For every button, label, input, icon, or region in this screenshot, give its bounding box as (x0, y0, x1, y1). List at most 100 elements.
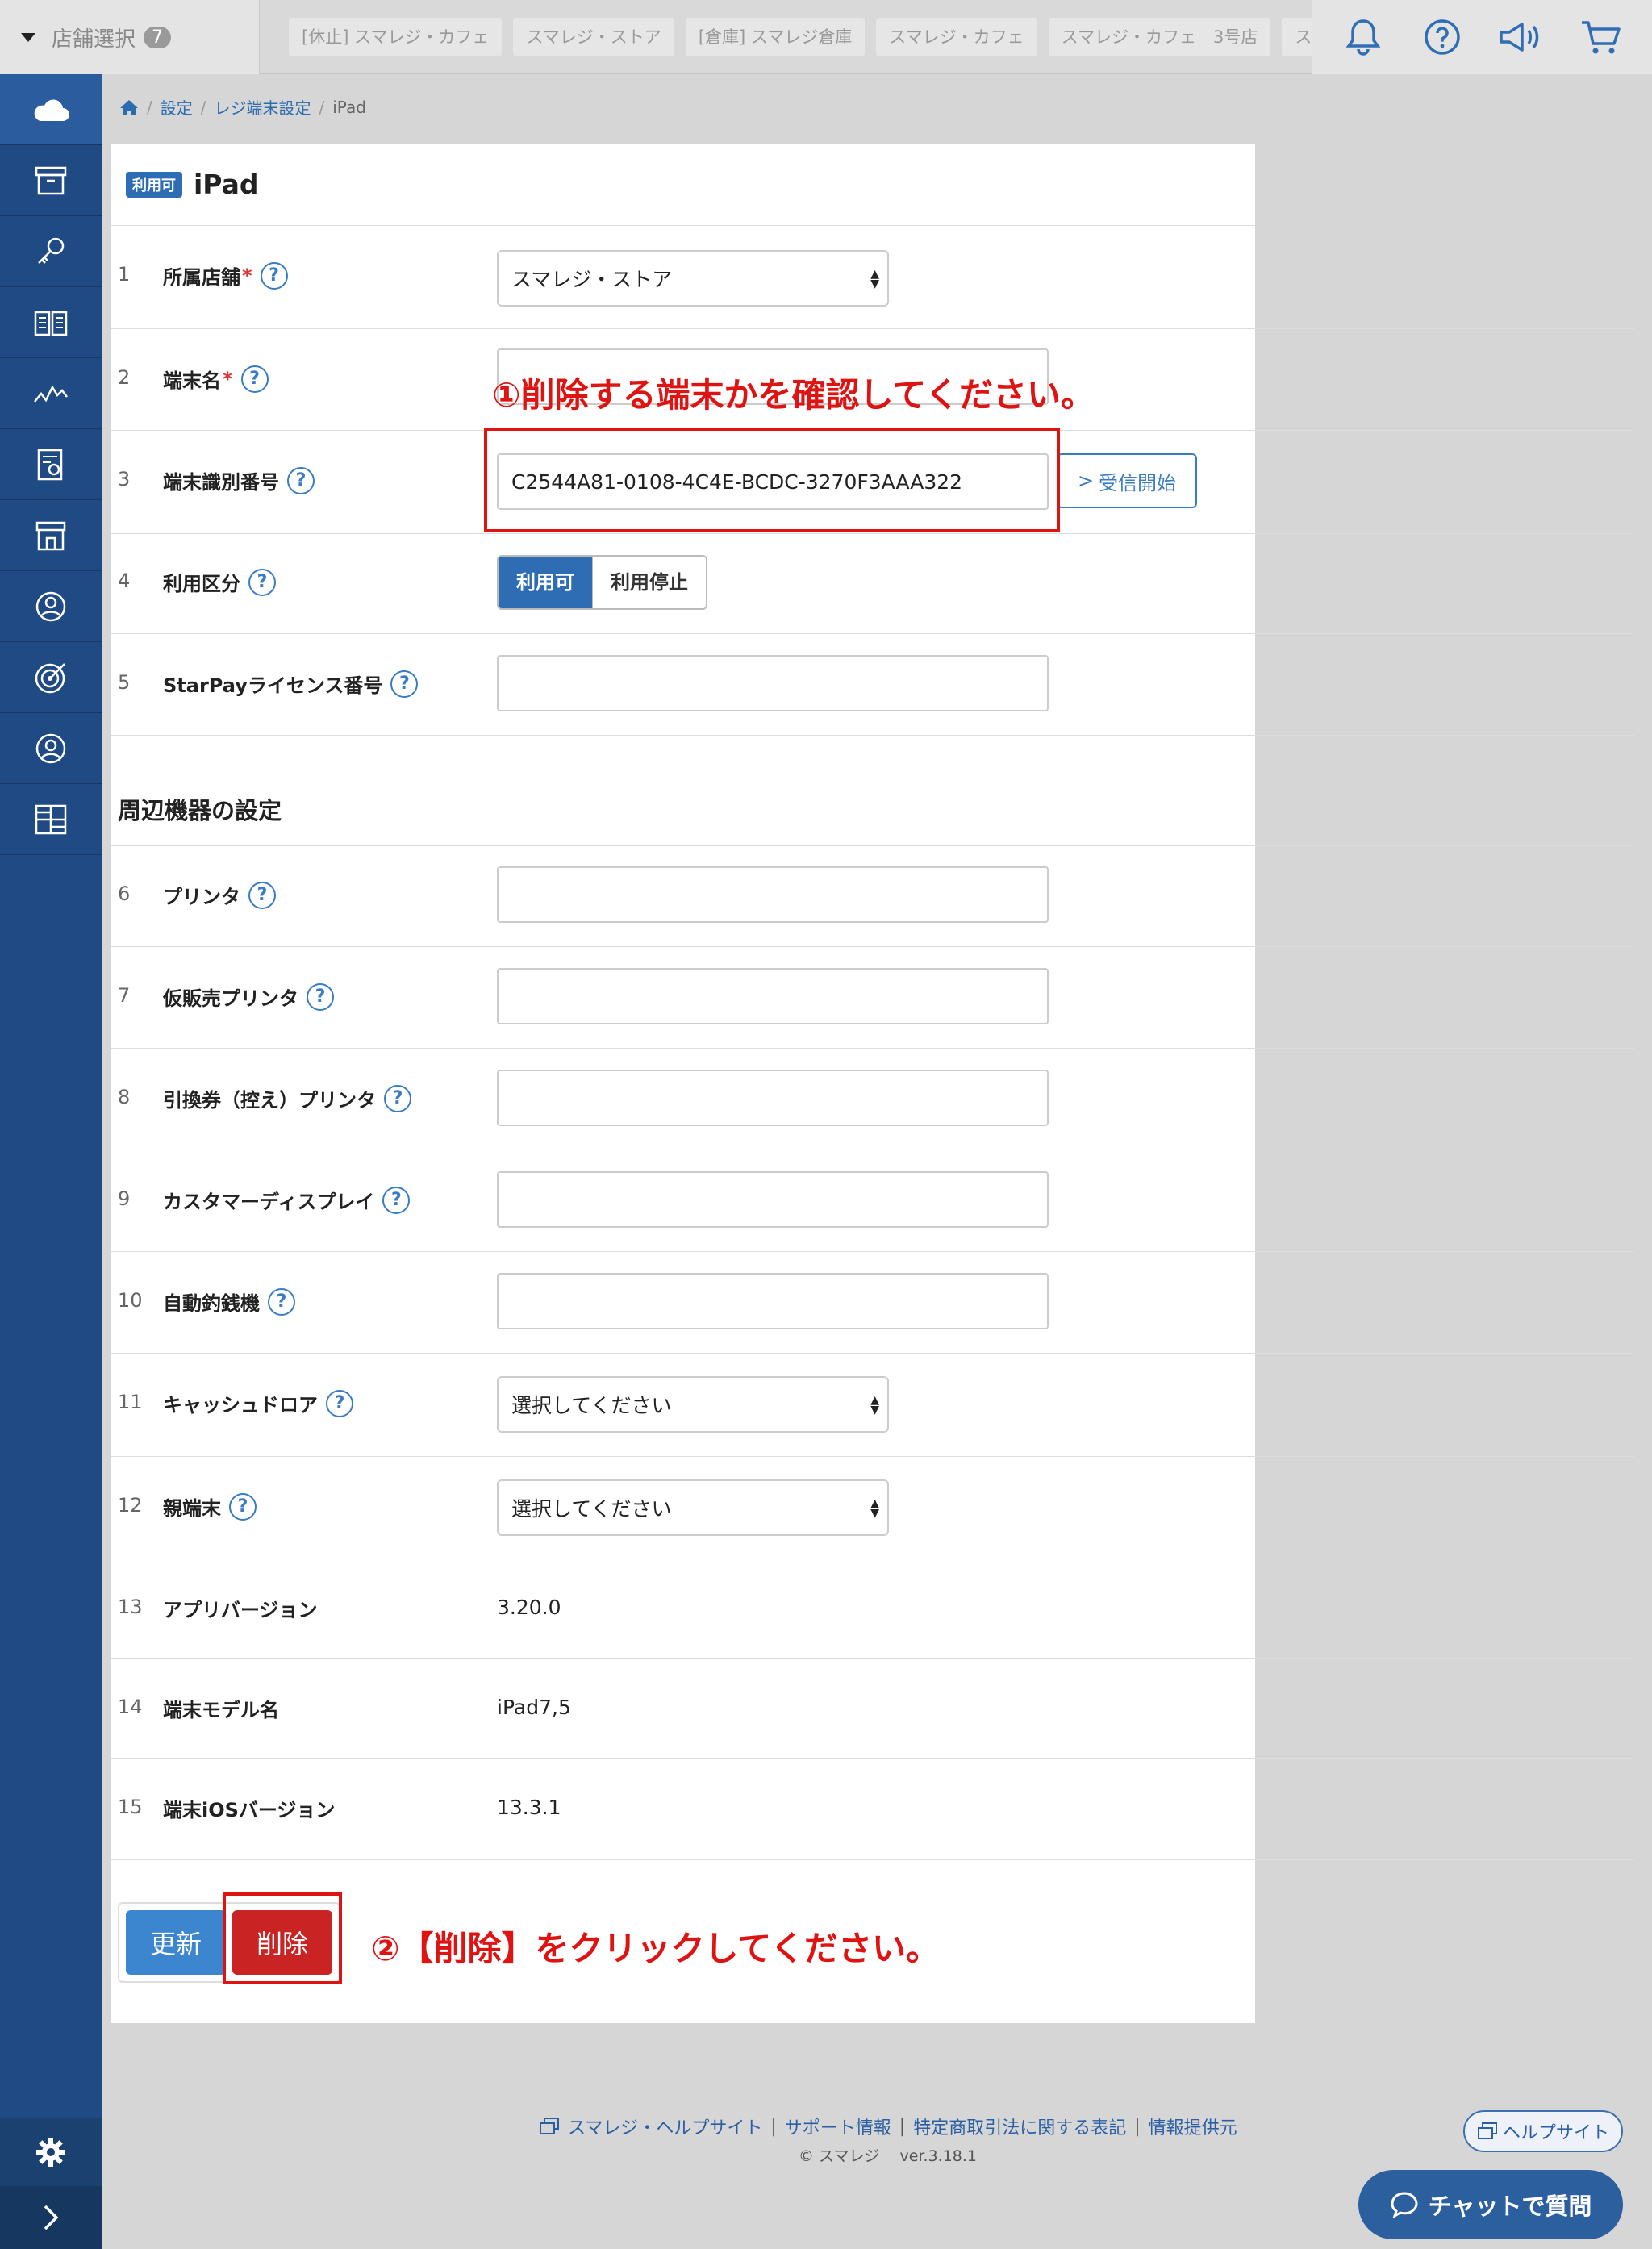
annotation-step1: ①削除する端末かを確認してください。 (492, 375, 1095, 415)
help-site-button[interactable]: ヘルプサイト (1463, 2110, 1623, 2152)
sidebar-item-stores[interactable] (0, 500, 102, 571)
store-icon (35, 521, 66, 550)
label-text: 端末名 (163, 369, 221, 392)
field-label: プリンタ? (163, 881, 276, 909)
sort-arrows-icon: ▲ ▼ (870, 1497, 879, 1520)
store-tab[interactable]: [倉庫] スマレジ倉庫 (685, 18, 866, 56)
store-tab[interactable]: スマレジ・カフェ (876, 18, 1037, 56)
form-row: 13 アプリバージョン 3.20.0 (111, 1558, 1634, 1659)
help-icon[interactable]: ? (287, 466, 315, 494)
store-tabs: [休止] スマレジ・カフェ スマレジ・ストア [倉庫] スマレジ倉庫 スマレジ・… (289, 18, 1315, 56)
sidebar-item-analytics[interactable] (0, 358, 102, 429)
help-icon[interactable]: ? (307, 983, 334, 1011)
store-count-badge: 7 (144, 26, 172, 48)
breadcrumb-current: iPad (332, 97, 366, 117)
usage-enabled-button[interactable]: 利用可 (499, 557, 592, 608)
device-form-panel: 利用可 iPad 1 所属店舗 *? スマレジ・ストア ▲ ▼ 2 端末名 *? 3 端… (111, 144, 1634, 2023)
field-label: 所属店舗 *? (163, 261, 288, 290)
sidebar-item-home[interactable] (0, 74, 102, 145)
bell-icon[interactable] (1339, 13, 1387, 61)
help-icon[interactable]: ? (240, 365, 269, 393)
sidebar-item-archive[interactable] (0, 145, 102, 216)
device-model-value: iPad7,5 (497, 1696, 571, 1719)
sort-arrows-icon: ▲ ▼ (870, 268, 879, 290)
copyright: © スマレジ ver.3.18.1 (799, 2147, 977, 2165)
help-icon[interactable]: ? (229, 1492, 257, 1521)
store-tab[interactable]: スマレジ・カフェ 3号店 (1048, 18, 1271, 56)
sidebar-item-reports[interactable] (0, 429, 102, 500)
chat-button[interactable]: チャットで質問 (1358, 2170, 1623, 2239)
app-version-value: 3.20.0 (497, 1596, 561, 1619)
help-icon[interactable]: ? (260, 261, 288, 290)
required-mark: * (242, 264, 252, 287)
help-icon[interactable]: ? (384, 1084, 411, 1112)
form-row: 9 カスタマーディスプレイ? (111, 1150, 1634, 1252)
grid-icon (35, 804, 67, 834)
help-icon[interactable]: ? (382, 1186, 411, 1214)
store-select-dropdown[interactable]: 店舗選択 7 (0, 0, 260, 74)
key-icon (38, 237, 65, 264)
label-text: アプリバージョン (163, 1599, 318, 1621)
line-chart-icon (34, 384, 68, 403)
label-text: キャッシュドロア (163, 1394, 318, 1417)
chat-bubble-icon (1391, 2192, 1418, 2218)
starpay-license-input[interactable] (497, 655, 1049, 711)
printer-input[interactable] (497, 866, 1049, 923)
ios-version-value: 13.3.1 (497, 1796, 561, 1819)
store-tab[interactable]: スマレジ・ストア (513, 18, 674, 56)
help-icon[interactable]: ? (268, 1287, 295, 1316)
field-label: 利用区分? (163, 568, 276, 596)
footer-link-support[interactable]: サポート情報 (785, 2113, 891, 2139)
annotation-box-delete (223, 1892, 342, 1984)
temp-sale-printer-input[interactable] (497, 968, 1049, 1024)
help-circle-icon[interactable] (1418, 13, 1466, 61)
settings-button[interactable] (0, 2118, 102, 2186)
chevron-right-icon: > (1077, 469, 1095, 492)
label-text: 引換券（控え）プリンタ (163, 1089, 376, 1112)
top-icons (1312, 0, 1652, 74)
sidebar-item-staff[interactable] (0, 571, 102, 642)
user-circle-icon (35, 733, 66, 763)
voucher-printer-input[interactable] (497, 1070, 1049, 1126)
customer-display-input[interactable] (497, 1171, 1049, 1228)
row-number: 7 (118, 984, 131, 1007)
cash-drawer-select[interactable]: 選択してください ▲ ▼ (497, 1376, 889, 1433)
home-icon[interactable] (119, 98, 139, 116)
footer-link-info-provider[interactable]: 情報提供元 (1149, 2113, 1237, 2139)
receive-start-button[interactable]: > 受信開始 (1057, 453, 1197, 508)
cart-icon[interactable] (1577, 13, 1625, 61)
usage-disabled-button[interactable]: 利用停止 (592, 557, 706, 608)
help-icon[interactable]: ? (248, 568, 276, 596)
field-label: カスタマーディスプレイ? (163, 1186, 411, 1214)
external-window-icon (1477, 2122, 1497, 2139)
sidebar-item-customers[interactable] (0, 713, 102, 784)
top-bar: 店舗選択 7 [休止] スマレジ・カフェ スマレジ・ストア [倉庫] スマレジ倉… (0, 0, 1652, 74)
sidebar-item-apps[interactable] (0, 784, 102, 855)
store-tab[interactable]: [休止] スマレジ・カフェ (289, 18, 503, 56)
sidebar-expand-button[interactable] (0, 2186, 102, 2249)
breadcrumb-register-settings[interactable]: レジ端末設定 (215, 95, 311, 119)
store-select[interactable]: スマレジ・ストア ▲ ▼ (497, 250, 889, 307)
store-tab[interactable]: スマレジ・カ (1282, 18, 1315, 56)
help-icon[interactable]: ? (390, 670, 419, 698)
help-icon[interactable]: ? (326, 1389, 353, 1417)
breadcrumb-settings[interactable]: 設定 (161, 95, 193, 119)
update-button[interactable]: 更新 (126, 1910, 226, 1975)
footer-link-legal[interactable]: 特定商取引法に関する表記 (913, 2113, 1126, 2139)
sidebar-item-target[interactable] (0, 642, 102, 713)
label-text: 端末iOSバージョン (163, 1799, 336, 1821)
parent-device-select[interactable]: 選択してください ▲ ▼ (497, 1479, 889, 1536)
footer-links: スマレジ・ヘルプサイト | サポート情報 | 特定商取引法に関する表記 | 情報… (539, 2113, 1237, 2139)
field-label: StarPayライセンス番号? (163, 670, 419, 698)
gear-icon (36, 2138, 65, 2167)
help-icon[interactable]: ? (248, 881, 276, 909)
row-number: 14 (118, 1696, 143, 1718)
cloud-icon (34, 99, 69, 121)
megaphone-icon[interactable] (1498, 13, 1546, 61)
label-text: 自動釣銭機 (163, 1292, 260, 1315)
sidebar-item-keys[interactable] (0, 216, 102, 287)
change-machine-input[interactable] (497, 1273, 1049, 1329)
footer-link-help-site[interactable]: スマレジ・ヘルプサイト (568, 2113, 762, 2139)
sidebar-item-book[interactable] (0, 287, 102, 358)
label-text: 所属店舗 (163, 266, 240, 289)
